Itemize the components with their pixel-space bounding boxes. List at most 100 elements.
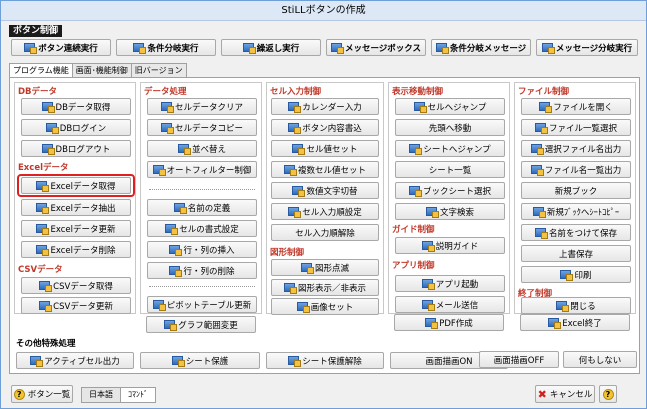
button-icon [171, 356, 185, 367]
button-icon [133, 43, 147, 54]
tab-old-version[interactable]: 旧バージョン [130, 63, 187, 77]
input-order-set-button[interactable]: セル入力順設定 [271, 203, 379, 220]
button-icon [530, 165, 544, 176]
save-as-button[interactable]: 名前をつけて保存 [521, 224, 631, 241]
tab-bar: プログラム機能 画面･機能制御 旧バージョン [9, 63, 187, 78]
autofilter-button[interactable]: オートフィルター制御 [147, 161, 257, 178]
csv-update-button[interactable]: CSVデータ更新 [21, 297, 131, 314]
app-launch-button[interactable]: アプリ起動 [395, 275, 505, 292]
book-sheet-select-button[interactable]: ブックシート選択 [395, 182, 505, 199]
button-icon [283, 165, 297, 176]
text-search-button[interactable]: 文字検索 [395, 203, 505, 220]
db-fetch-button[interactable]: DBデータ取得 [21, 98, 131, 115]
button-icon [169, 266, 183, 277]
button-icon [165, 224, 179, 235]
category-excel: Excelデータ [18, 163, 69, 173]
copy-to-new-book-button[interactable]: 新規ﾌﾞｯｸへｼｰﾄｺﾋﾟｰ [521, 203, 631, 220]
sheet-unprotect-button[interactable]: シート保護解除 [266, 352, 384, 369]
button-icon [283, 283, 297, 294]
category-csv: CSVデータ [18, 265, 63, 275]
button-list-button[interactable]: ? ボタン一覧 [11, 385, 73, 403]
tab-screen-control[interactable]: 画面･機能制御 [71, 63, 132, 77]
cell-format-button[interactable]: セルの書式設定 [147, 220, 257, 237]
message-box-button[interactable]: メッセージボックス [326, 39, 426, 56]
cancel-button[interactable]: ✖ キャンセル [535, 385, 595, 403]
excel-update-button[interactable]: Excelデータ更新 [21, 220, 131, 237]
button-icon [556, 301, 570, 312]
db-logout-button[interactable]: DBログアウト [21, 140, 131, 157]
multi-cell-set-button[interactable]: 複数セル値セット [271, 161, 379, 178]
print-button[interactable]: 印刷 [521, 266, 631, 283]
button-icon [288, 123, 302, 134]
screen-update-off-button[interactable]: 画面描画OFF [479, 351, 559, 368]
button-icon [541, 43, 555, 54]
conditional-run-button[interactable]: 条件分岐実行 [116, 39, 216, 56]
excel-delete-button[interactable]: Excelデータ削除 [21, 241, 131, 258]
do-nothing-button[interactable]: 何もしない [563, 351, 637, 368]
new-book-button[interactable]: 新規ブック [521, 182, 631, 199]
category-shape: 図形制御 [270, 248, 305, 258]
question-button[interactable]: ? [599, 385, 617, 403]
data-column: データ処理 セルデータクリア セルデータコピー 並べ替え オートフィルター制御 … [140, 82, 262, 314]
selection-highlight [17, 174, 135, 197]
move-column: 表示移動制御 セルへジャンプ 先頭へ移動 シートへジャンプ シート一覧 ブックシ… [388, 82, 510, 314]
file-column: ファイル制御 ファイルを開く ファイル一覧選択 選択ファイル名出力 ファイル名一… [514, 82, 636, 314]
image-set-button[interactable]: 画像セット [271, 298, 379, 315]
button-icon [36, 224, 50, 235]
button-icon [45, 123, 59, 134]
conditional-message-button[interactable]: 条件分岐メッセージ [431, 39, 531, 56]
close-button[interactable]: 閉じる [521, 297, 631, 314]
button-icon [288, 207, 302, 218]
button-icon [41, 102, 55, 113]
guide-button[interactable]: 説明ガイド [395, 237, 505, 254]
delete-row-col-button[interactable]: 行・列の削除 [147, 262, 257, 279]
mail-send-button[interactable]: メール送信 [395, 296, 505, 313]
sort-button[interactable]: 並べ替え [147, 140, 257, 157]
message-branch-button[interactable]: メッセージ分岐実行 [536, 39, 638, 56]
cell-clear-button[interactable]: セルデータクリア [147, 98, 257, 115]
button-icon [408, 186, 422, 197]
cell-value-set-button[interactable]: セル値セット [271, 140, 379, 157]
help-icon: ? [602, 388, 614, 400]
input-order-clear-button[interactable]: セル入力順解除 [271, 224, 379, 241]
number-text-toggle-button[interactable]: 数値文字切替 [271, 182, 379, 199]
sheet-protect-button[interactable]: シート保護 [140, 352, 260, 369]
button-icon [41, 144, 55, 155]
app-window: StiLLボタンの作成 ボタン制御 ボタン連続実行 条件分岐実行 繰返し実行 メ… [0, 0, 647, 409]
overwrite-save-button[interactable]: 上書保存 [521, 245, 631, 262]
lang-command[interactable]: ｺﾏﾝﾄﾞ [121, 388, 155, 402]
calendar-input-button[interactable]: カレンダー入力 [271, 98, 379, 115]
category-data: データ処理 [144, 87, 187, 97]
repeat-run-button[interactable]: 繰返し実行 [221, 39, 321, 56]
active-cell-output-button[interactable]: アクティブセル出力 [16, 352, 134, 369]
category-cell-input: セル入力制御 [270, 87, 322, 97]
chart-range-button[interactable]: グラフ範囲変更 [146, 316, 256, 333]
pivot-refresh-button[interactable]: ピボットテーブル更新 [147, 296, 257, 313]
db-login-button[interactable]: DBログイン [21, 119, 131, 136]
pdf-create-button[interactable]: PDF作成 [394, 314, 504, 331]
insert-row-col-button[interactable]: 行・列の挿入 [147, 241, 257, 258]
move-top-button[interactable]: 先頭へ移動 [395, 119, 505, 136]
sequential-run-button[interactable]: ボタン連続実行 [11, 39, 111, 56]
file-open-button[interactable]: ファイルを開く [521, 98, 631, 115]
tab-program[interactable]: プログラム機能 [9, 63, 73, 78]
shape-blink-button[interactable]: 図形点滅 [271, 259, 379, 276]
lang-japanese[interactable]: 日本語 [82, 388, 121, 402]
button-icon [36, 245, 50, 256]
cell-jump-button[interactable]: セルへジャンプ [395, 98, 505, 115]
selected-filename-button[interactable]: 選択ファイル名出力 [521, 140, 631, 157]
csv-fetch-button[interactable]: CSVデータ取得 [21, 277, 131, 294]
file-list-select-button[interactable]: ファイル一覧選択 [521, 119, 631, 136]
button-write-button[interactable]: ボタン内容書込 [271, 119, 379, 136]
filename-list-button[interactable]: ファイル名一覧出力 [521, 161, 631, 178]
sheet-jump-button[interactable]: シートへジャンプ [395, 140, 505, 157]
program-panel: DBデータ DBデータ取得 DBログイン DBログアウト Excelデータ Ex… [9, 77, 640, 374]
cell-copy-button[interactable]: セルデータコピー [147, 119, 257, 136]
button-control-label: ボタン制御 [9, 25, 63, 37]
excel-extract-button[interactable]: Excelデータ抽出 [21, 199, 131, 216]
shape-visibility-button[interactable]: 図形表示／非表示 [271, 279, 379, 296]
define-name-button[interactable]: 名前の定義 [147, 199, 257, 216]
sheet-list-button[interactable]: シート一覧 [395, 161, 505, 178]
excel-quit-button[interactable]: Excel終了 [520, 314, 630, 331]
button-icon [409, 144, 423, 155]
